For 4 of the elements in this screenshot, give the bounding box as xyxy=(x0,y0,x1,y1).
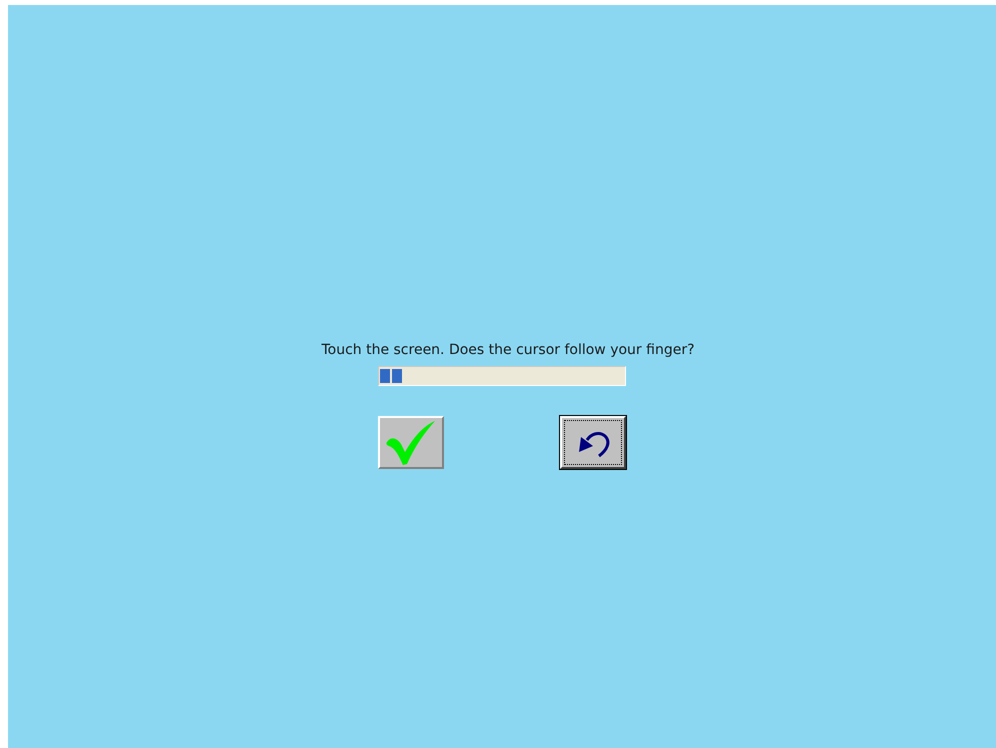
accept-button[interactable] xyxy=(378,416,444,469)
prompt-text: Touch the screen. Does the cursor follow your finger? xyxy=(321,342,695,358)
checkmark-icon xyxy=(385,420,437,466)
undo-button[interactable] xyxy=(560,416,626,469)
